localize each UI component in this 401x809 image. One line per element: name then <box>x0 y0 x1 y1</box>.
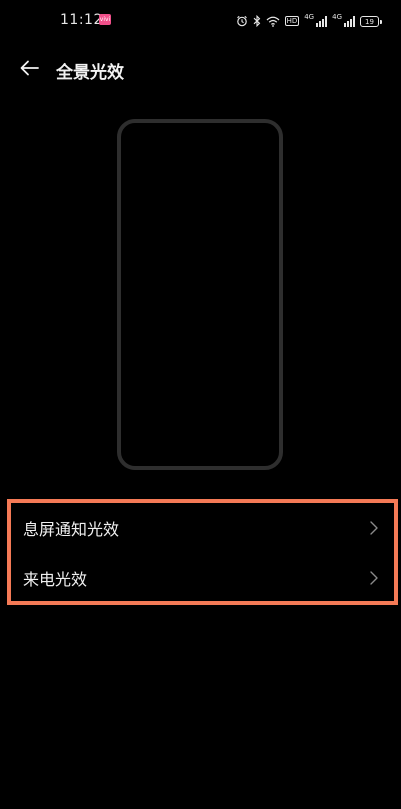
status-icons: HD 4G 4G 19 <box>236 11 382 31</box>
status-bar: 11:12 vivi HD 4G 4G 19 <box>0 0 401 44</box>
hd-voice-icon: HD <box>284 16 300 26</box>
alarm-icon <box>236 15 248 27</box>
back-button[interactable] <box>14 54 46 86</box>
wifi-icon <box>266 16 280 27</box>
header: 全景光效 <box>0 50 401 90</box>
signal-icon <box>316 15 328 27</box>
status-time: 11:12 <box>60 12 103 28</box>
highlight-box <box>7 499 398 605</box>
phone-light-effect-preview <box>117 119 283 470</box>
bluetooth-icon <box>253 15 261 27</box>
network-type-label-2: 4G <box>332 13 342 21</box>
app-notification-icon: vivi <box>99 14 111 25</box>
page-title: 全景光效 <box>56 63 124 83</box>
network-type-label: 4G <box>304 13 315 21</box>
battery-icon: 19 <box>360 15 382 27</box>
back-arrow-icon <box>20 60 40 80</box>
signal-icon-2 <box>344 15 355 27</box>
